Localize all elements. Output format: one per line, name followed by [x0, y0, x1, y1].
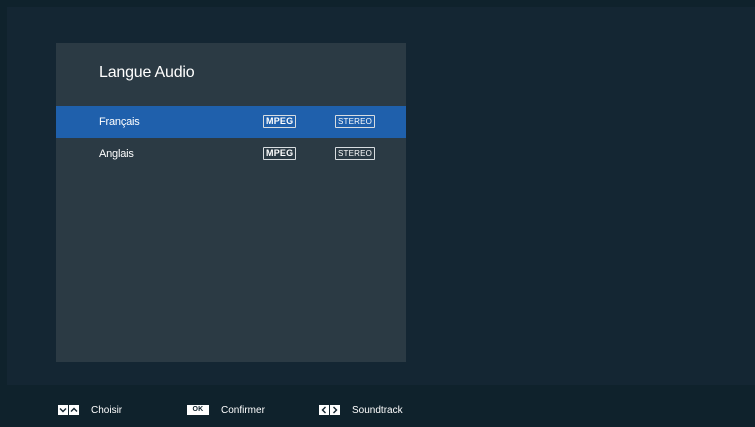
hint-soundtrack-label: Soundtrack	[352, 404, 403, 416]
hint-choose: Choisir	[58, 404, 122, 416]
channels-badge: STEREO	[335, 147, 376, 160]
audio-track-list: Français MPEG STEREO Anglais MPEG STEREO	[56, 106, 406, 170]
audio-track-row[interactable]: Anglais MPEG STEREO	[56, 138, 406, 170]
codec-badge: MPEG	[263, 147, 297, 160]
hint-confirm-label: Confirmer	[221, 404, 265, 416]
track-name: Français	[99, 116, 140, 128]
hint-soundtrack: Soundtrack	[319, 404, 403, 416]
ok-key: OK	[187, 405, 209, 415]
chevron-down-icon	[58, 405, 68, 415]
hint-choose-label: Choisir	[91, 404, 123, 416]
hint-confirm: OK Confirmer	[187, 404, 265, 416]
chevron-left-icon	[319, 405, 329, 415]
track-name: Anglais	[99, 148, 134, 160]
panel-title: Langue Audio	[99, 64, 195, 81]
chevron-right-icon	[330, 405, 340, 415]
audio-language-panel: Langue Audio Français MPEG STEREO Anglai…	[56, 43, 406, 362]
audio-track-row[interactable]: Français MPEG STEREO	[56, 106, 406, 138]
codec-badge: MPEG	[263, 115, 297, 128]
key-hint-bar: Choisir OK Confirmer Soundtrack	[0, 385, 755, 427]
chevron-up-icon	[69, 405, 79, 415]
channels-badge: STEREO	[335, 115, 376, 128]
